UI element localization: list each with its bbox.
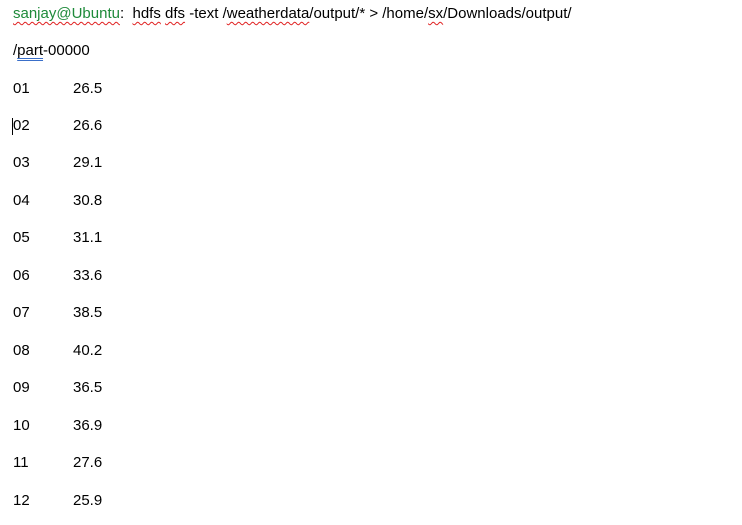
command-line: sanjay@Ubuntu: hdfs dfs -text /weatherda… [13,4,572,24]
source-path-suffix: /output/* > /home/ [309,5,429,22]
temperature-value: 31.1 [73,229,103,246]
month-value: 07 [13,304,30,321]
temperature-value: 40.2 [73,342,103,359]
temperature-value: 27.6 [73,454,103,471]
temperature-value: 26.5 [73,80,103,97]
temperature-value: 30.8 [73,192,103,209]
month-value: 10 [13,417,30,434]
destination-user: sx [428,5,444,22]
month-value: 01 [13,80,30,97]
command-hdfs: hdfs [132,5,161,22]
month-value: 02 [13,117,30,134]
month-value: 06 [13,267,30,284]
temperature-value: 36.5 [73,379,103,396]
month-value: 03 [13,154,30,171]
temperature-value: 26.6 [73,117,103,134]
month-value: 05 [13,229,30,246]
temperature-value: 38.5 [73,304,103,321]
source-path-word: weatherdata [226,5,310,22]
shell-prompt: sanjay@Ubuntu [13,5,120,22]
month-value: 11 [13,454,29,471]
month-value: 09 [13,379,30,396]
command-dfs: dfs [165,5,186,22]
temperature-value: 29.1 [73,154,103,171]
command-flag: -text [189,5,219,22]
command-path-continuation: /part-00000 [13,41,90,61]
temperature-value: 33.6 [73,267,103,284]
month-value: 12 [13,492,30,509]
temperature-value: 36.9 [73,417,103,434]
destination-path-suffix: /Downloads/output/ [443,5,572,22]
prompt-colon: : [119,5,125,22]
month-value: 08 [13,342,30,359]
month-value: 04 [13,192,30,209]
continuation-suffix: -00000 [43,42,90,59]
continuation-word: part [17,42,44,59]
temperature-value: 25.9 [73,492,103,509]
